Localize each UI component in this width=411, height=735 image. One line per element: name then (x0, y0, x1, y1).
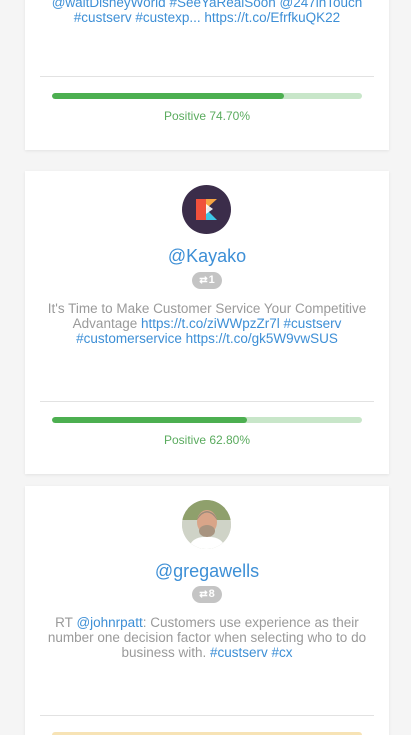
hashtag-link[interactable]: #customerservice (76, 331, 182, 346)
sentiment-label: Positive 62.80% (163, 433, 251, 447)
avatar[interactable] (182, 500, 231, 549)
retweet-count: 8 (208, 588, 215, 600)
retweet-count: 1 (208, 274, 215, 286)
kayako-logo-icon (196, 199, 217, 220)
card-divider (40, 401, 374, 402)
tweet-url-link[interactable]: https://t.co/EfrfkuQK22 (204, 10, 340, 25)
retweet-icon: ⇄ (199, 589, 208, 600)
retweet-icon: ⇄ (199, 275, 208, 286)
tweet-text: @waltDisneyWorld #SeeYaRealSoon @247inTo… (39, 0, 375, 25)
sentiment-bar (52, 417, 362, 423)
tweet-card: @Kayako ⇄1 It's Time to Make Customer Se… (25, 171, 389, 474)
avatar[interactable] (182, 185, 231, 234)
card-divider (40, 76, 374, 77)
retweet-count-badge: ⇄1 (192, 272, 222, 289)
tweet-url-link[interactable]: https://t.co/ziWWpzZr7l (141, 316, 280, 331)
tweet-card: @waltDisneyWorld #SeeYaRealSoon @247inTo… (25, 0, 389, 150)
card-divider (40, 715, 374, 716)
sentiment-bar-fill (52, 417, 247, 423)
rt-prefix: RT (55, 615, 73, 630)
hashtag-link[interactable]: #cx (272, 645, 293, 660)
tweet-text: RT @johnrpatt: Customers use experience … (39, 615, 375, 660)
tweet-card: @gregawells ⇄8 RT @johnrpatt: Customers … (25, 486, 389, 735)
sentiment-bar (52, 93, 362, 99)
retweet-count-badge: ⇄8 (192, 586, 222, 603)
hashtag-link[interactable]: #custserv (210, 645, 268, 660)
tweet-url-link[interactable]: https://t.co/gk5W9vwSUS (186, 331, 338, 346)
user-handle[interactable]: @gregawells (25, 561, 389, 582)
mention-link[interactable]: @johnrpatt (76, 615, 142, 630)
tweet-hashtags-link[interactable]: #custserv #custexp... (74, 10, 201, 25)
sentiment-bar-fill (52, 93, 284, 99)
tweet-mentions-link[interactable]: @waltDisneyWorld #SeeYaRealSoon @247inTo… (52, 0, 363, 10)
tweet-text: It's Time to Make Customer Service Your … (39, 301, 375, 346)
sentiment-label: Positive 74.70% (163, 109, 251, 123)
user-handle[interactable]: @Kayako (25, 246, 389, 267)
user-photo-icon (182, 500, 231, 549)
hashtag-link[interactable]: #custserv (284, 316, 342, 331)
